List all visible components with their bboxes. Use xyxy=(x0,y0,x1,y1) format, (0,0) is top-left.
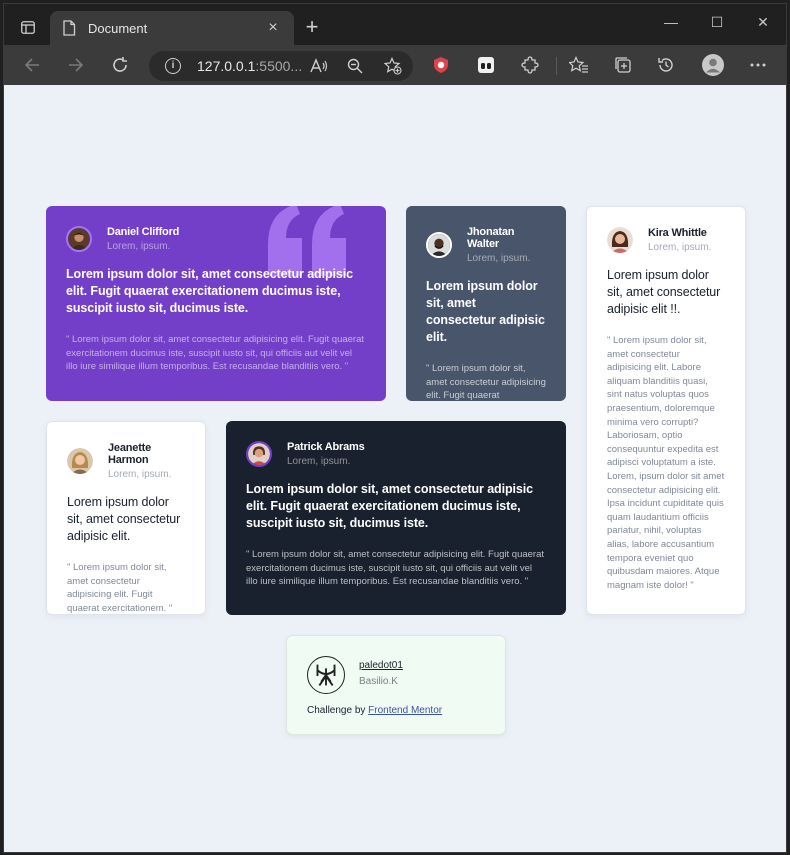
challenge-credit: Challenge by Frontend Mentor xyxy=(307,705,442,716)
avatar xyxy=(67,448,93,474)
browser-toolbar: i 127.0.0.1:5500... xyxy=(4,45,786,85)
testimonial-card-patrick: Patrick Abrams Lorem, ipsum. Lorem ipsum… xyxy=(226,421,566,615)
testimonial-headline: Lorem ipsum dolor sit, amet consectetur … xyxy=(607,268,721,316)
tab-actions-icon[interactable] xyxy=(14,16,42,38)
close-window-button[interactable]: ✕ xyxy=(748,14,778,31)
profile-icon[interactable] xyxy=(701,53,725,77)
page-viewport: Daniel Clifford Lorem, ipsum. Lorem ipsu… xyxy=(4,85,786,852)
testimonial-card-jhonatan: Jhonatan Walter Lorem, ipsum. Lorem ipsu… xyxy=(406,206,566,401)
collections-icon[interactable] xyxy=(613,55,633,75)
author-username-link[interactable]: paledot01 xyxy=(359,660,403,671)
attribution-card: paledot01 Basilio.K Challenge by Fronten… xyxy=(286,635,506,735)
testimonial-quote: " Lorem ipsum dolor sit, amet consectetu… xyxy=(67,562,173,614)
author-name: Jhonatan Walter xyxy=(467,226,515,250)
history-icon[interactable] xyxy=(656,55,676,75)
new-tab-button[interactable]: + xyxy=(300,16,324,38)
avatar xyxy=(607,227,633,253)
author-logo-icon xyxy=(307,656,345,694)
tab-document[interactable]: Document × xyxy=(50,11,294,45)
testimonial-headline: Lorem ipsum dolor sit, amet consectetur … xyxy=(66,267,353,315)
url-host: 127.0.0.1 xyxy=(197,58,256,74)
add-favorite-icon[interactable] xyxy=(383,56,403,76)
author-status: Lorem, ipsum. xyxy=(107,241,171,252)
zoom-icon[interactable] xyxy=(345,56,365,76)
author-name: Basilio.K xyxy=(359,676,398,687)
author-status: Lorem, ipsum. xyxy=(108,469,172,480)
address-bar[interactable]: i 127.0.0.1:5500... xyxy=(149,51,413,81)
extension-icon[interactable] xyxy=(476,55,496,75)
challenge-prefix: Challenge by xyxy=(307,705,366,716)
back-icon[interactable] xyxy=(22,55,42,75)
avatar xyxy=(246,441,272,467)
favorites-icon[interactable] xyxy=(569,55,589,75)
card-header: Patrick Abrams Lorem, ipsum. xyxy=(246,441,546,467)
testimonial-card-daniel: Daniel Clifford Lorem, ipsum. Lorem ipsu… xyxy=(46,206,386,401)
author-status: Lorem, ipsum. xyxy=(648,242,712,253)
author-name: Daniel Clifford xyxy=(107,226,180,238)
avatar xyxy=(426,232,452,258)
testimonial-card-kira: Kira Whittle Lorem, ipsum. Lorem ipsum d… xyxy=(586,206,746,615)
avatar xyxy=(66,226,92,252)
refresh-icon[interactable] xyxy=(110,55,130,75)
testimonial-quote: " Lorem ipsum dolor sit, amet consectetu… xyxy=(426,363,546,401)
author-name: Jeanette Harmon xyxy=(108,442,152,466)
more-icon[interactable] xyxy=(748,55,768,75)
author-name: Kira Whittle xyxy=(648,227,707,239)
url-rest: :5500... xyxy=(255,58,303,74)
tab-title: Document xyxy=(88,20,148,36)
tab-strip: Document × + — ☐ ✕ xyxy=(4,4,786,45)
frontend-mentor-link[interactable]: Frontend Mentor xyxy=(368,705,442,716)
testimonial-quote: " Lorem ipsum dolor sit, amet consectetu… xyxy=(607,335,725,591)
card-header: Jeanette Harmon Lorem, ipsum. xyxy=(67,442,185,480)
author-status: Lorem, ipsum. xyxy=(467,253,531,264)
puzzle-icon[interactable] xyxy=(520,55,540,75)
card-header: Jhonatan Walter Lorem, ipsum. xyxy=(426,226,546,264)
testimonial-card-jeanette: Jeanette Harmon Lorem, ipsum. Lorem ipsu… xyxy=(46,421,206,615)
forward-icon[interactable] xyxy=(66,55,86,75)
shield-extension-icon[interactable] xyxy=(431,55,451,75)
author-name: Patrick Abrams xyxy=(287,441,365,453)
browser-window: Document × + — ☐ ✕ i 127.0.0.1:5500... D… xyxy=(3,3,787,853)
maximize-button[interactable]: ☐ xyxy=(702,14,732,31)
testimonial-headline: Lorem ipsum dolor sit, amet consectetur … xyxy=(67,495,181,543)
read-aloud-icon[interactable] xyxy=(309,56,329,76)
testimonial-headline: Lorem ipsum dolor sit, amet consectetur … xyxy=(426,279,545,344)
toolbar-separator xyxy=(556,57,557,75)
author-status: Lorem, ipsum. xyxy=(287,456,351,467)
testimonial-quote: " Lorem ipsum dolor sit, amet consectetu… xyxy=(246,549,545,588)
testimonial-quote: " Lorem ipsum dolor sit, amet consectetu… xyxy=(66,334,365,373)
document-icon xyxy=(63,20,76,36)
url-text: 127.0.0.1:5500... xyxy=(197,58,302,74)
card-header: Daniel Clifford Lorem, ipsum. xyxy=(66,226,366,252)
site-info-icon[interactable]: i xyxy=(165,58,181,74)
close-tab-icon[interactable]: × xyxy=(264,19,282,37)
minimize-button[interactable]: — xyxy=(656,14,686,30)
card-header: Kira Whittle Lorem, ipsum. xyxy=(607,227,725,253)
testimonial-headline: Lorem ipsum dolor sit, amet consectetur … xyxy=(246,482,533,530)
